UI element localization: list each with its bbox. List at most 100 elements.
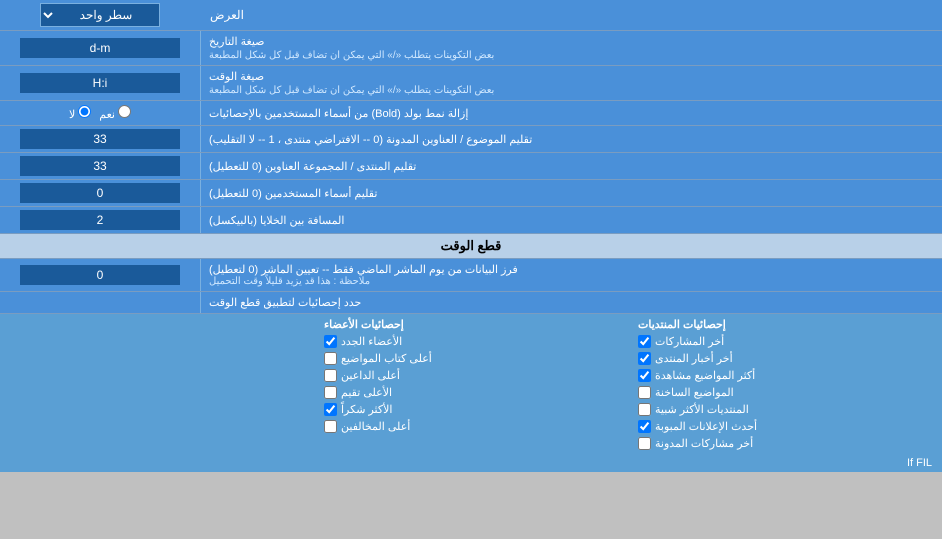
cell-spacing-label-cell: المسافة بين الخلايا (بالبيكسل): [200, 207, 942, 233]
topic-titles-row: تقليم الموضوع / العناوين المدونة (0 -- ا…: [0, 126, 942, 153]
chk-new-members-item: الأعضاء الجدد: [324, 335, 402, 348]
stats-limit-label: حدد إحصائيات لتطبيق قطع الوقت: [209, 296, 361, 309]
time-format-label-cell: صيغة الوقت بعض التكوينات يتطلب «/» التي …: [200, 66, 942, 100]
chk-top-referrers-label: أعلى المخالفين: [341, 420, 410, 433]
bold-remove-label: إزالة نمط بولد (Bold) من أسماء المستخدمي…: [209, 107, 468, 120]
forum-titles-label: تقليم المنتدى / المجموعة العناوين (0 للت…: [209, 160, 416, 173]
chk-old-topics-item: المواضيع الساخنة: [638, 386, 734, 399]
forum-stats-col: إحصائيات المنتديات أخر المشاركات أخر أخب…: [628, 314, 942, 454]
chk-most-views-label: أكثر المواضيع مشاهدة: [655, 369, 755, 382]
chk-top-posters2[interactable]: [324, 369, 337, 382]
chk-shares-label: أخر المشاركات: [655, 335, 724, 348]
chk-top-posters2-label: أعلى الداعين: [341, 369, 400, 382]
bold-remove-radio-cell: نعم لا: [0, 101, 200, 125]
chk-latest-mentions[interactable]: [638, 437, 651, 450]
date-format-input[interactable]: [20, 38, 180, 58]
time-format-sublabel: بعض التكوينات يتطلب «/» التي يمكن ان تضا…: [209, 85, 494, 96]
chk-top-referrers-item: أعلى المخالفين: [324, 420, 410, 433]
bold-yes-label: نعم: [99, 105, 131, 121]
username-trim-input[interactable]: [20, 183, 180, 203]
chk-new-members[interactable]: [324, 335, 337, 348]
date-format-label-cell: صيغة التاريخ بعض التكوينات يتطلب «/» الت…: [200, 31, 942, 65]
cell-spacing-input-cell: [0, 207, 200, 233]
cut-time-note: ملاحظة : هذا قد يزيد قليلاً وقت التحميل: [209, 276, 370, 287]
header-label: العرض: [200, 0, 942, 30]
date-format-row: صيغة التاريخ بعض التكوينات يتطلب «/» الت…: [0, 31, 942, 66]
chk-new-members-label: الأعضاء الجدد: [341, 335, 402, 348]
header-label-text: العرض: [210, 8, 244, 22]
chk-shares-item: أخر المشاركات: [638, 335, 724, 348]
chk-similar-forums[interactable]: [638, 403, 651, 416]
cell-spacing-row: المسافة بين الخلايا (بالبيكسل): [0, 207, 942, 234]
chk-forum-news[interactable]: [638, 352, 651, 365]
col1-title: إحصائيات المنتديات: [638, 318, 726, 331]
chk-old-topics-label: المواضيع الساخنة: [655, 386, 734, 399]
time-format-input[interactable]: [20, 73, 180, 93]
chk-top-rated-label: الأعلى تقيم: [341, 386, 392, 399]
chk-forum-news-label: أخر أخبار المنتدى: [655, 352, 733, 365]
chk-top-posters[interactable]: [324, 352, 337, 365]
cell-spacing-label: المسافة بين الخلايا (بالبيكسل): [209, 214, 344, 227]
time-format-label: صيغة الوقت: [209, 70, 264, 83]
username-trim-label-cell: تقليم أسماء المستخدمين (0 للتعطيل): [200, 180, 942, 206]
topic-titles-input[interactable]: [20, 129, 180, 149]
cut-time-label-cell: فرز البيانات من يوم الماشر الماضي فقط --…: [200, 259, 942, 291]
bold-yes-text: نعم: [99, 109, 115, 121]
bold-remove-label-cell: إزالة نمط بولد (Bold) من أسماء المستخدمي…: [200, 101, 942, 125]
chk-top-rated-item: الأعلى تقيم: [324, 386, 392, 399]
chk-most-thanks-item: الأكثر شكراً: [324, 403, 392, 416]
forum-titles-label-cell: تقليم المنتدى / المجموعة العناوين (0 للت…: [200, 153, 942, 179]
member-stats-col: إحصائيات الأعضاء الأعضاء الجدد أعلى كتاب…: [314, 314, 628, 454]
topic-titles-label-cell: تقليم الموضوع / العناوين المدونة (0 -- ا…: [200, 126, 942, 152]
checkboxes-section: إحصائيات المنتديات أخر المشاركات أخر أخب…: [0, 314, 942, 454]
bold-no-label: لا: [69, 105, 91, 121]
cut-time-input[interactable]: [20, 265, 180, 285]
date-format-label: صيغة التاريخ: [209, 35, 264, 48]
bold-remove-row: إزالة نمط بولد (Bold) من أسماء المستخدمي…: [0, 101, 942, 126]
col2-title-text: إحصائيات الأعضاء: [324, 318, 404, 331]
stats-limit-input-cell: [0, 292, 200, 313]
chk-most-views-item: أكثر المواضيع مشاهدة: [638, 369, 755, 382]
col1-title-text: إحصائيات المنتديات: [638, 318, 726, 331]
cut-time-header-text: قطع الوقت: [441, 238, 502, 253]
forum-titles-row: تقليم المنتدى / المجموعة العناوين (0 للت…: [0, 153, 942, 180]
bold-yes-radio[interactable]: [118, 105, 131, 118]
username-trim-label: تقليم أسماء المستخدمين (0 للتعطيل): [209, 187, 377, 200]
cut-time-header: قطع الوقت: [0, 234, 942, 259]
bold-no-radio[interactable]: [78, 105, 91, 118]
chk-latest-ads-label: أحدث الإعلانات المبوبة: [655, 420, 757, 433]
forum-titles-input[interactable]: [20, 156, 180, 176]
topic-titles-input-cell: [0, 126, 200, 152]
view-select[interactable]: سطر واحدسطرينثلاثة أسطر: [40, 3, 160, 27]
chk-latest-ads[interactable]: [638, 420, 651, 433]
if-fil-text: If FIL: [907, 457, 932, 469]
chk-most-views[interactable]: [638, 369, 651, 382]
header-row: العرض سطر واحدسطرينثلاثة أسطر: [0, 0, 942, 31]
time-format-row: صيغة الوقت بعض التكوينات يتطلب «/» التي …: [0, 66, 942, 101]
col2-title: إحصائيات الأعضاء: [324, 318, 404, 331]
chk-shares[interactable]: [638, 335, 651, 348]
chk-most-thanks[interactable]: [324, 403, 337, 416]
chk-top-referrers[interactable]: [324, 420, 337, 433]
username-trim-row: تقليم أسماء المستخدمين (0 للتعطيل): [0, 180, 942, 207]
chk-latest-ads-item: أحدث الإعلانات المبوبة: [638, 420, 757, 433]
date-format-sublabel: بعض التكوينات يتطلب «/» التي يمكن ان تضا…: [209, 50, 494, 61]
chk-top-posters2-item: أعلى الداعين: [324, 369, 400, 382]
header-input-cell: سطر واحدسطرينثلاثة أسطر: [0, 0, 200, 30]
chk-top-rated[interactable]: [324, 386, 337, 399]
cut-time-row: فرز البيانات من يوم الماشر الماضي فقط --…: [0, 259, 942, 292]
chk-latest-mentions-item: أخر مشاركات المدونة: [638, 437, 753, 450]
stats-limit-row: حدد إحصائيات لتطبيق قطع الوقت: [0, 292, 942, 314]
date-format-input-cell: [0, 31, 200, 65]
chk-top-posters-item: أعلى كتاب المواضيع: [324, 352, 432, 365]
time-format-input-cell: [0, 66, 200, 100]
forum-titles-input-cell: [0, 153, 200, 179]
chk-top-posters-label: أعلى كتاب المواضيع: [341, 352, 432, 365]
if-fil-row: If FIL: [0, 454, 942, 472]
cell-spacing-input[interactable]: [20, 210, 180, 230]
username-trim-input-cell: [0, 180, 200, 206]
chk-similar-forums-item: المنتديات الأكثر شبية: [638, 403, 749, 416]
stats-limit-label-cell: حدد إحصائيات لتطبيق قطع الوقت: [200, 292, 942, 313]
chk-old-topics[interactable]: [638, 386, 651, 399]
bold-no-text: لا: [69, 109, 75, 121]
